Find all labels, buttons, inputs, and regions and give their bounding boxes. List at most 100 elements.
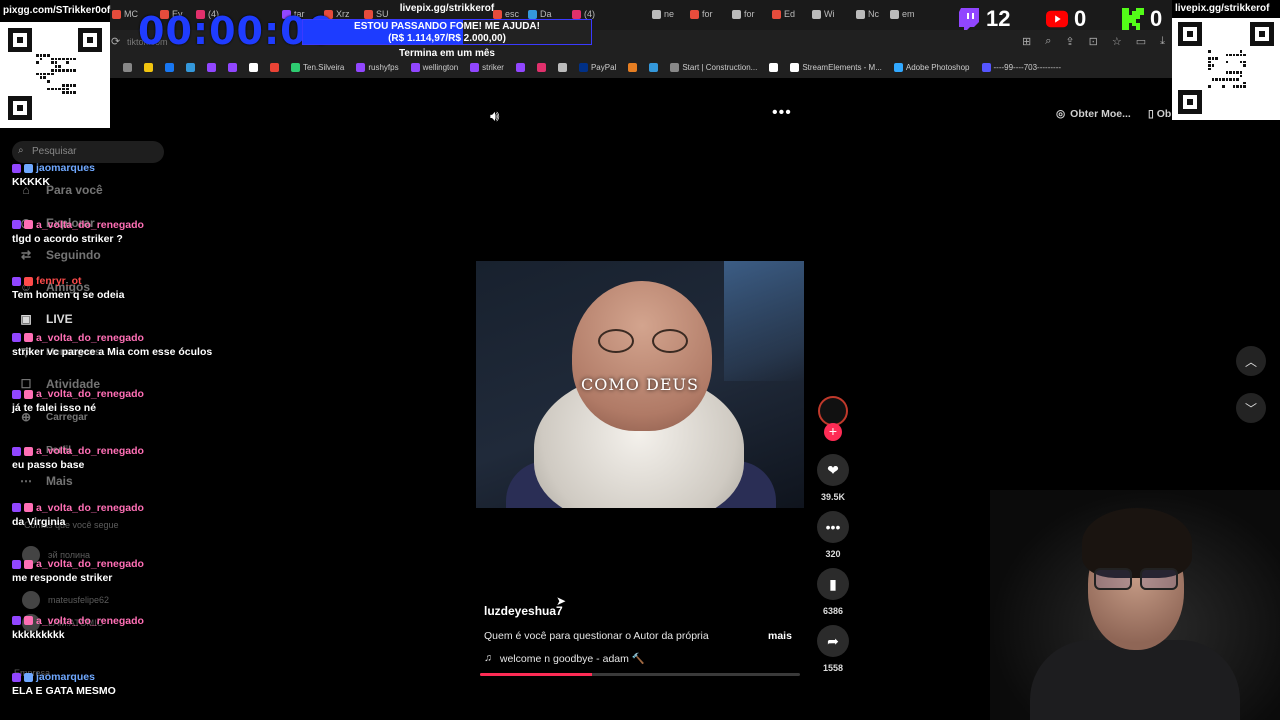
sidebar-item-following[interactable]: ⇄ Seguindo	[18, 248, 101, 262]
share-button[interactable]: ➦ 1558	[814, 625, 852, 673]
bookmark-item[interactable]	[186, 62, 195, 72]
chat-message: jaomarques ELA E GATA MESMO	[12, 669, 242, 697]
bookmark-item[interactable]	[228, 62, 237, 72]
bookmark-item[interactable]	[649, 62, 659, 72]
browser-tab[interactable]: Wi	[812, 6, 835, 22]
browser-tab[interactable]: MC	[112, 6, 138, 22]
split-view-icon[interactable]: ▭	[1136, 35, 1146, 48]
more-link[interactable]: mais	[768, 630, 792, 642]
bookmark-item[interactable]	[557, 62, 567, 72]
donation-goal: livepix.gg/strikkerof ESTOU PASSANDO FOM…	[302, 3, 592, 59]
bookmark-item[interactable]	[165, 62, 174, 72]
bookmark-favicon-icon	[144, 62, 153, 72]
creator-avatar[interactable]	[818, 396, 848, 426]
volume-icon[interactable]: 🔊︎	[490, 108, 499, 125]
bookmark-favicon-icon	[670, 62, 680, 72]
browser-tab[interactable]: for	[732, 6, 755, 22]
chat-text: Tem homen q se odeia	[12, 289, 125, 302]
chat-username: jaomarques	[36, 671, 95, 684]
twitch-viewer-counter: 12	[958, 6, 1010, 32]
bookmark-favicon-icon	[123, 62, 132, 72]
bookmark-item[interactable]	[123, 62, 132, 72]
video-person-glasses	[594, 329, 694, 355]
chat-text: da Virginia	[12, 515, 66, 528]
tab-label: em	[902, 9, 915, 19]
tab-favicon-icon	[812, 9, 821, 19]
bookmark-favicon-icon	[356, 62, 366, 72]
chat-username-row: a_volta_do_renegado	[12, 556, 242, 572]
browser-tab[interactable]: for	[690, 6, 713, 22]
chat-text: striker vc parece a Mia com esse óculos	[12, 345, 213, 358]
video-description: Quem é você para questionar o Autor da p…	[484, 630, 709, 642]
translate-icon[interactable]: ⊞	[1022, 35, 1031, 48]
chat-username-row: jaomarques	[12, 160, 242, 176]
bookmark-item[interactable]: Start | Construction...	[670, 62, 757, 72]
share-icon[interactable]: ⇪	[1065, 35, 1074, 48]
bookmark-item[interactable]	[144, 62, 153, 72]
bookmark-item[interactable]	[249, 62, 258, 72]
bookmark-item[interactable]: rushyfps	[356, 62, 399, 72]
follow-plus-icon[interactable]: +	[824, 423, 842, 441]
bookmark-favicon-icon	[515, 62, 525, 72]
bookmark-star-icon[interactable]: ☆	[1112, 35, 1122, 48]
bookmark-item[interactable]: Adobe Photoshop	[893, 62, 970, 72]
extension-icon[interactable]: ⊡	[1089, 35, 1098, 48]
chat-username-row: fenryr_ot	[12, 273, 242, 289]
bookmark-item[interactable]: ----99----703---------	[981, 62, 1061, 72]
browser-tab[interactable]: ne	[652, 6, 674, 22]
tab-favicon-icon	[890, 9, 899, 19]
sidebar-item-label: Mais	[46, 474, 73, 488]
avatar	[22, 591, 40, 609]
bookmark-item[interactable]	[536, 62, 546, 72]
qr-finder-icon	[8, 28, 32, 52]
following-account[interactable]: mateusfelipe62	[22, 591, 109, 609]
tab-label: for	[702, 9, 713, 19]
bookmark-item[interactable]: striker	[470, 62, 504, 72]
more-options-icon[interactable]: •••	[772, 104, 792, 122]
save-button[interactable]: ▮ 6386	[814, 568, 852, 616]
bookmark-item[interactable]: PayPal	[578, 62, 616, 72]
video-progress-bar[interactable]	[480, 673, 800, 676]
previous-video-button[interactable]: ︿	[1236, 346, 1266, 376]
browser-tab[interactable]: Nc	[856, 6, 879, 22]
bookmark-item[interactable]	[769, 62, 779, 72]
bookmark-item[interactable]	[207, 62, 216, 72]
bookmark-item[interactable]	[270, 62, 279, 72]
bookmark-item[interactable]	[628, 62, 638, 72]
streamer-webcam	[990, 490, 1280, 720]
bookmark-item[interactable]	[515, 62, 525, 72]
search-icon: ⌕	[18, 145, 24, 156]
browser-tab[interactable]: Ed	[772, 6, 795, 22]
get-app-button[interactable]: ▯ Ob	[1148, 108, 1171, 120]
donation-message: ESTOU PASSANDO FOME! ME AJUDA!	[354, 21, 540, 32]
reload-icon[interactable]: ⟳	[111, 35, 120, 48]
tab-label: Wi	[824, 9, 835, 19]
chat-message: a_volta_do_renegado me responde striker	[12, 556, 242, 584]
like-button[interactable]: ❤ 39.5K	[814, 454, 852, 502]
sidebar-item-live[interactable]: ▣ LIVE	[18, 312, 72, 326]
video-author[interactable]: luzdeyeshua7	[484, 604, 563, 618]
bookmark-favicon-icon	[228, 62, 237, 72]
get-coins-button[interactable]: ◎ Obter Moe...	[1056, 108, 1131, 120]
bookmark-item[interactable]: StreamElements - M...	[790, 62, 882, 72]
tab-favicon-icon	[652, 9, 661, 19]
chat-text: me responde striker	[12, 572, 113, 585]
zoom-icon[interactable]: ⌕	[1045, 35, 1051, 48]
sidebar-item-more[interactable]: ⋯ Mais	[18, 474, 73, 488]
search-placeholder: Pesquisar	[32, 146, 77, 157]
chat-username-row: a_volta_do_renegado	[12, 613, 242, 629]
twitch-icon	[958, 8, 980, 30]
video-player[interactable]: COMO DEUS	[476, 261, 804, 508]
bookmark-item[interactable]: wellington	[410, 62, 458, 72]
tab-label: MC	[124, 9, 138, 19]
chat-text: tlgd o acordo striker ?	[12, 232, 123, 245]
next-video-button[interactable]: ﹀	[1236, 393, 1266, 423]
comment-button[interactable]: ••• 320	[814, 511, 852, 559]
bookmark-item[interactable]: Ten.Silveira	[291, 62, 345, 72]
video-music[interactable]: ♫ welcome n goodbye - adam 🔨	[484, 652, 645, 665]
bookmark-label: Ten.Silveira	[303, 62, 345, 72]
download-icon[interactable]: ⤓	[1160, 35, 1165, 48]
twitch-badge-icon	[12, 389, 21, 399]
browser-tab[interactable]: em	[890, 6, 915, 22]
get-app-label: Ob	[1156, 108, 1172, 120]
